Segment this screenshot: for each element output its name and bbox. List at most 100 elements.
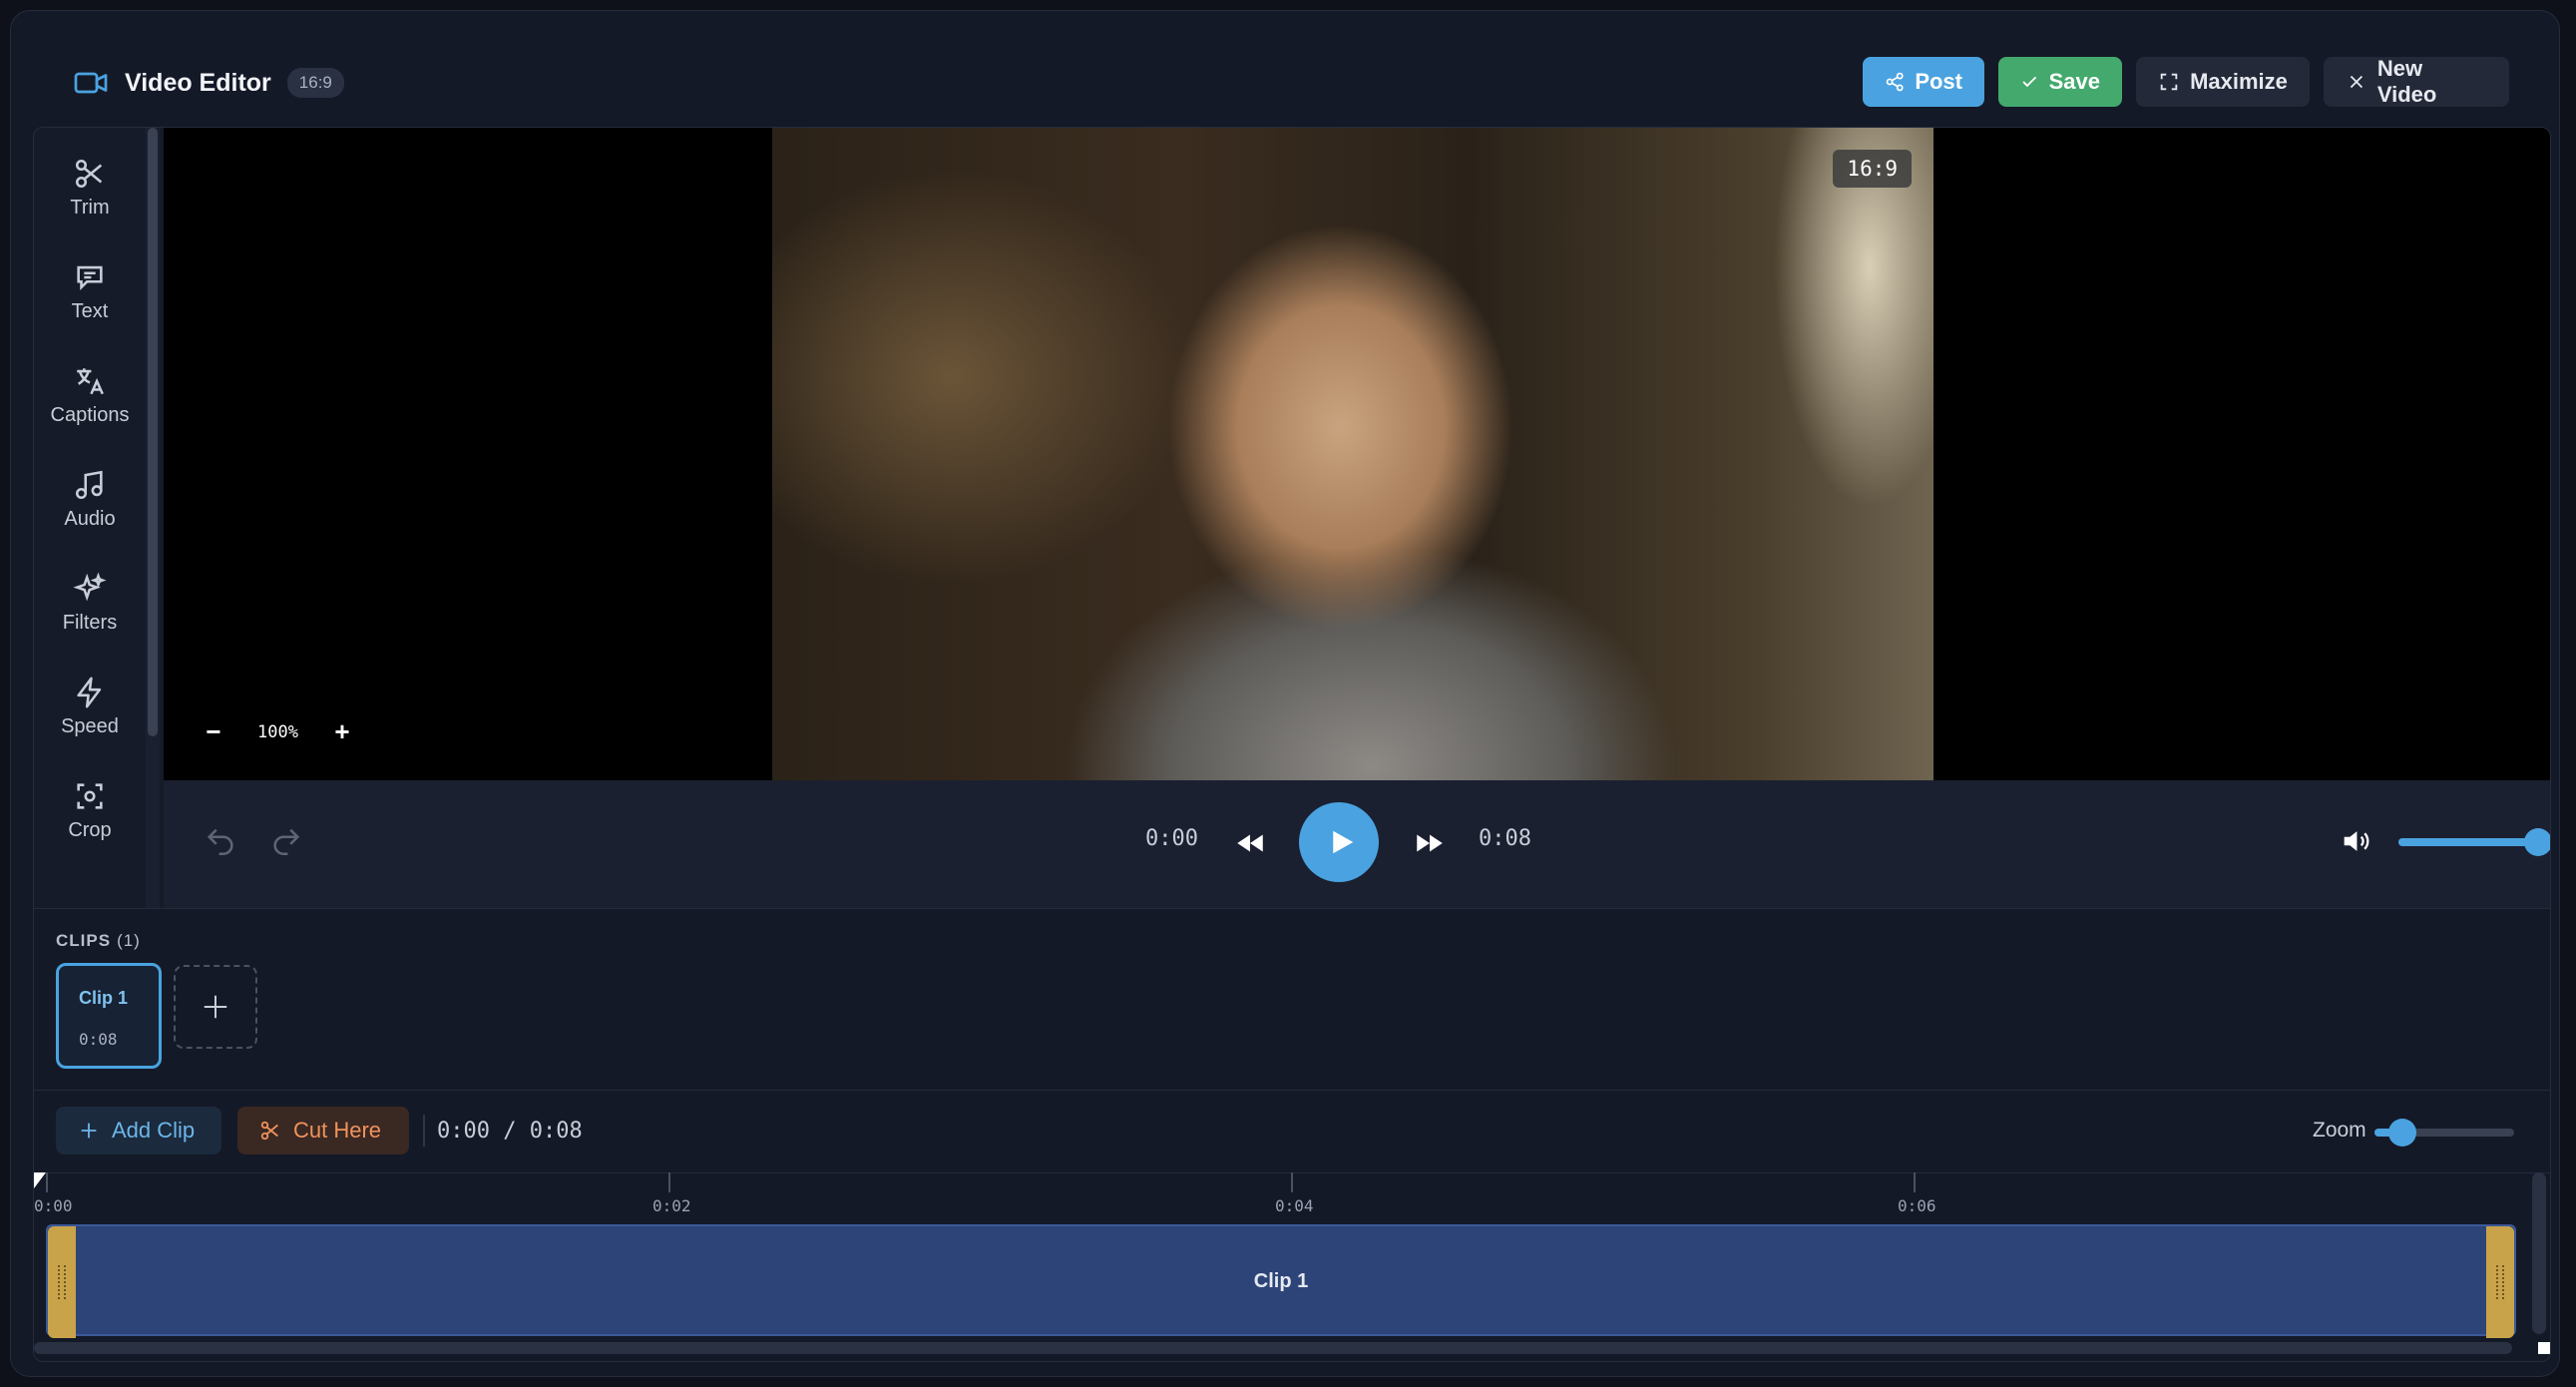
- time-ruler[interactable]: 0:00 0:02 0:04 0:06: [34, 1172, 2528, 1224]
- tool-text[interactable]: Text: [34, 239, 146, 343]
- ruler-tick: [1291, 1172, 1293, 1192]
- ruler-tick: [46, 1172, 48, 1192]
- ruler-tick: [668, 1172, 670, 1192]
- playback-controls: 0:00 0:08: [164, 780, 2550, 908]
- play-icon: [1332, 830, 1353, 854]
- clip-duration: 0:08: [79, 1030, 118, 1049]
- post-label: Post: [1915, 69, 1962, 94]
- timeline-clip[interactable]: Clip 1: [46, 1224, 2516, 1338]
- volume-slider[interactable]: [2398, 828, 2550, 856]
- sidebar-scrollbar[interactable]: [148, 128, 158, 736]
- volume-icon[interactable]: [2339, 824, 2372, 858]
- tool-label: Text: [71, 299, 109, 322]
- lightning-icon: [77, 677, 102, 707]
- focus-frame-icon: [77, 782, 103, 809]
- plus-icon: [81, 1123, 97, 1139]
- title-area: Video Editor 16:9: [73, 51, 344, 115]
- toolbar-divider: [423, 1115, 425, 1147]
- sparkles-icon: [73, 572, 107, 601]
- trim-handle-end[interactable]: [2486, 1226, 2514, 1338]
- tool-audio[interactable]: Audio: [34, 447, 146, 551]
- zoom-label: Zoom: [2313, 1119, 2366, 1142]
- header-actions: Post Save Maximize New Video: [1863, 56, 2509, 107]
- timeline-clip-label: Clip 1: [1253, 1270, 1309, 1292]
- zoom-slider[interactable]: [2374, 1119, 2514, 1147]
- zoom-knob[interactable]: [2388, 1119, 2416, 1147]
- tool-crop[interactable]: Crop: [34, 758, 146, 862]
- save-button[interactable]: Save: [1998, 57, 2122, 107]
- video-editor-window: Video Editor 16:9 Post Save Maximize New…: [10, 10, 2560, 1377]
- tool-trim[interactable]: Trim: [34, 136, 146, 239]
- preview-zoom-controls: − 100% +: [204, 716, 352, 747]
- clips-heading: CLIPS (1): [56, 931, 141, 951]
- clips-count: (1): [117, 931, 141, 950]
- tool-label: Audio: [64, 507, 116, 530]
- maximize-button[interactable]: Maximize: [2136, 57, 2310, 107]
- ruler-label: 0:02: [652, 1196, 691, 1215]
- clips-panel: CLIPS (1) Clip 1 0:08: [34, 908, 2550, 1091]
- new-video-button[interactable]: New Video: [2324, 56, 2509, 107]
- tool-label: Trim: [70, 196, 110, 219]
- video-preview[interactable]: 16:9 − 100% +: [164, 128, 2550, 780]
- ruler-tick: [1914, 1172, 1916, 1192]
- ruler-label: 0:00: [34, 1196, 73, 1215]
- zoom-out-button[interactable]: −: [204, 716, 223, 747]
- plus-icon: [204, 995, 227, 1019]
- add-clip-tile[interactable]: [174, 965, 257, 1049]
- duration: 0:08: [1479, 826, 1531, 851]
- clip-name: Clip 1: [79, 988, 129, 1008]
- tool-label: Crop: [68, 818, 112, 841]
- video-camera-icon: [74, 72, 108, 94]
- grip-icon: [2496, 1265, 2504, 1299]
- page-title: Video Editor: [125, 68, 271, 97]
- speech-bubble-icon: [77, 265, 103, 290]
- add-clip-button[interactable]: Add Clip: [56, 1107, 221, 1155]
- aspect-ratio-badge: 16:9: [286, 68, 344, 98]
- volume-knob[interactable]: [2524, 828, 2550, 856]
- video-track: Clip 1: [46, 1224, 2516, 1338]
- maximize-label: Maximize: [2190, 69, 2288, 94]
- music-note-icon: [75, 470, 103, 499]
- cut-here-button[interactable]: Cut Here: [237, 1107, 409, 1155]
- play-button[interactable]: [1299, 802, 1379, 882]
- header: Video Editor 16:9 Post Save Maximize New…: [61, 51, 2509, 115]
- check-icon: [2022, 76, 2037, 88]
- clip-card[interactable]: Clip 1 0:08: [56, 963, 162, 1069]
- timeline-vertical-scrollbar[interactable]: [2532, 1172, 2546, 1334]
- timeline-horizontal-scrollbar[interactable]: [34, 1342, 2512, 1354]
- scissors-icon: [260, 1121, 278, 1141]
- timeline-toolbar: Add Clip Cut Here 0:00 / 0:08 Zoom: [34, 1091, 2550, 1173]
- undo-icon[interactable]: [204, 824, 237, 858]
- volume-fill: [2398, 838, 2538, 846]
- tool-filters[interactable]: Filters: [34, 551, 146, 655]
- current-time: 0:00: [1145, 826, 1198, 851]
- tool-speed[interactable]: Speed: [34, 655, 146, 758]
- tool-sidebar: Trim Text Captions Audio Filters Speed C…: [34, 128, 174, 908]
- editor-panel: Trim Text Captions Audio Filters Speed C…: [33, 127, 2551, 1362]
- tool-label: Speed: [61, 714, 119, 737]
- scroll-corner: [2538, 1342, 2550, 1354]
- clips-label: CLIPS: [56, 931, 112, 950]
- video-frame: 16:9: [772, 128, 1933, 780]
- tool-label: Filters: [62, 611, 118, 634]
- add-clip-label: Add Clip: [112, 1118, 196, 1143]
- ruler-label: 0:06: [1898, 1196, 1936, 1215]
- timeline: Add Clip Cut Here 0:00 / 0:08 Zoom 0:00 …: [34, 1090, 2550, 1361]
- tool-captions[interactable]: Captions: [34, 343, 146, 447]
- post-button[interactable]: Post: [1863, 57, 1984, 107]
- save-label: Save: [2048, 69, 2100, 94]
- scissors-icon: [75, 159, 103, 188]
- timeline-time: 0:00 / 0:08: [437, 1119, 583, 1144]
- rewind-icon[interactable]: [1233, 826, 1267, 860]
- close-icon: [2350, 75, 2363, 89]
- zoom-in-button[interactable]: +: [332, 716, 352, 747]
- playhead-marker[interactable]: [34, 1172, 46, 1188]
- fast-forward-icon[interactable]: [1413, 826, 1447, 860]
- tool-label: Captions: [50, 403, 130, 426]
- aspect-overlay-badge: 16:9: [1833, 150, 1912, 188]
- zoom-value: 100%: [257, 721, 298, 742]
- cut-here-label: Cut Here: [293, 1118, 382, 1143]
- expand-icon: [2160, 73, 2178, 91]
- redo-icon[interactable]: [269, 824, 303, 858]
- translate-icon: [77, 367, 104, 394]
